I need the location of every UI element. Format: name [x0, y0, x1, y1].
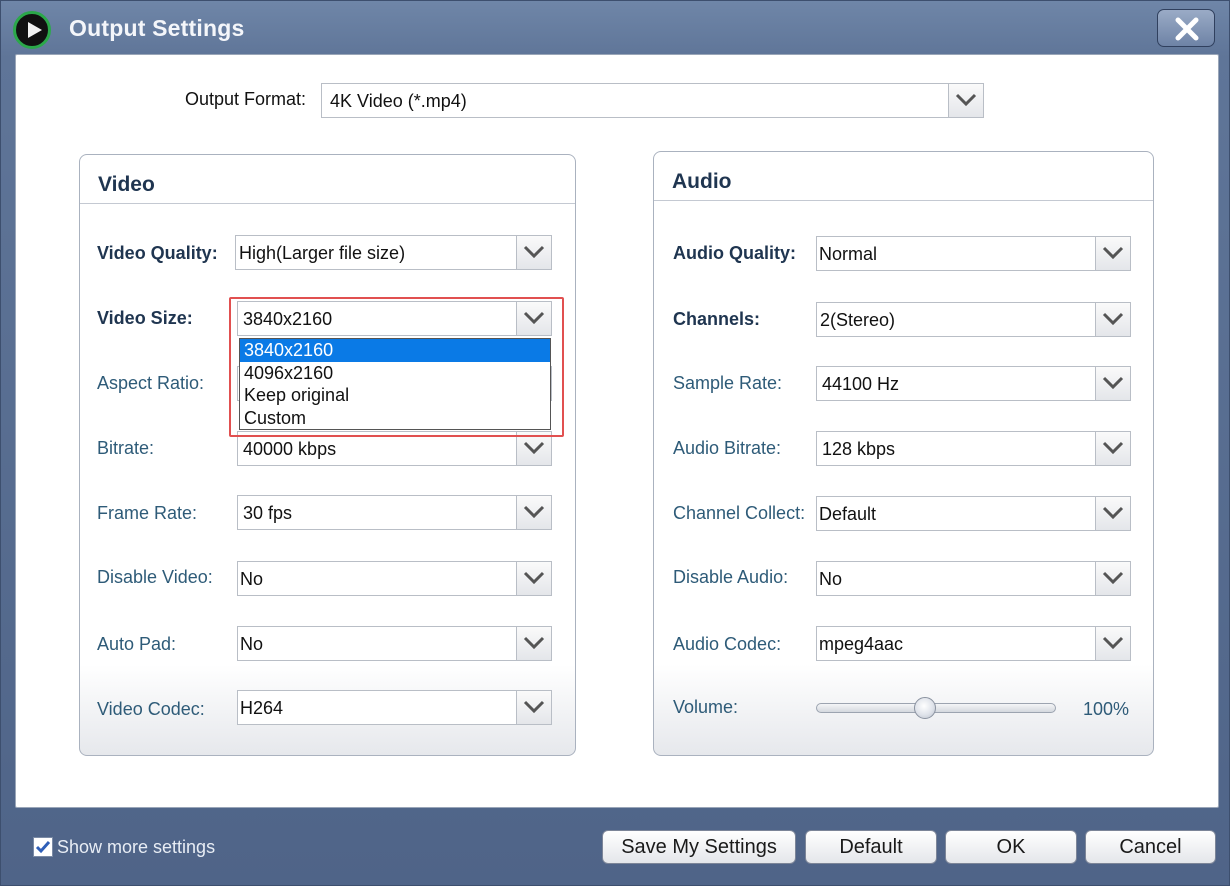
divider [80, 203, 575, 204]
audio-bitrate-value: 128 kbps [822, 439, 896, 459]
output-format-label: Output Format: [185, 89, 307, 109]
play-logo-icon [13, 11, 51, 49]
audio-bitrate-label: Audio Bitrate: [673, 438, 782, 458]
output-format-select[interactable]: 4K Video (*.mp4) [321, 83, 984, 118]
video-quality-value: High(Larger file size) [239, 243, 406, 263]
volume-value: 100% [1083, 699, 1130, 719]
audio-quality-value: Normal [819, 244, 878, 264]
volume-slider-handle[interactable] [914, 697, 937, 719]
chevron-down-icon[interactable] [1095, 497, 1130, 530]
channel-collect-label: Channel Collect: [673, 503, 806, 523]
close-button[interactable] [1157, 9, 1215, 47]
chevron-down-icon[interactable] [516, 496, 551, 529]
video-codec-value: H264 [240, 698, 284, 718]
show-more-settings-label[interactable]: Show more settings [57, 837, 215, 858]
ok-button[interactable]: OK [945, 830, 1077, 864]
chevron-down-icon[interactable] [516, 627, 551, 660]
audio-bitrate-select[interactable]: 128 kbps [816, 431, 1131, 466]
disable-audio-select[interactable]: No [816, 561, 1131, 596]
chevron-down-icon[interactable] [1095, 367, 1130, 400]
show-more-settings-checkbox[interactable] [33, 837, 53, 857]
channel-collect-select[interactable]: Default [816, 496, 1131, 531]
cancel-button[interactable]: Cancel [1085, 830, 1216, 864]
chevron-down-icon[interactable] [1095, 432, 1130, 465]
disable-audio-value: No [819, 569, 843, 589]
aspect-ratio-label: Aspect Ratio: [97, 373, 205, 393]
auto-pad-label: Auto Pad: [97, 634, 177, 654]
auto-pad-value: No [240, 634, 264, 654]
checkmark-icon [35, 841, 51, 854]
auto-pad-select[interactable]: No [237, 626, 552, 661]
audio-codec-select[interactable]: mpeg4aac [816, 626, 1131, 661]
chevron-down-icon[interactable] [516, 691, 551, 724]
sample-rate-label: Sample Rate: [673, 373, 783, 393]
audio-quality-select[interactable]: Normal [816, 236, 1131, 271]
window-title: Output Settings [69, 15, 245, 41]
bitrate-value: 40000 kbps [243, 439, 337, 459]
disable-audio-label: Disable Audio: [673, 567, 789, 587]
chevron-down-icon[interactable] [948, 84, 983, 117]
chevron-down-icon[interactable] [516, 562, 551, 595]
save-my-settings-button[interactable]: Save My Settings [602, 830, 796, 864]
frame-rate-label: Frame Rate: [97, 503, 198, 523]
audio-codec-value: mpeg4aac [819, 634, 904, 654]
video-size-label: Video Size: [97, 308, 193, 328]
video-quality-select[interactable]: High(Larger file size) [235, 235, 552, 270]
chevron-down-icon[interactable] [1095, 237, 1130, 270]
highlight-box [229, 297, 564, 437]
default-button[interactable]: Default [805, 830, 937, 864]
channels-value: 2(Stereo) [820, 310, 896, 330]
sample-rate-select[interactable]: 44100 Hz [816, 366, 1131, 401]
output-format-value: 4K Video (*.mp4) [330, 91, 467, 111]
channel-collect-value: Default [819, 504, 877, 524]
chevron-down-icon[interactable] [1095, 303, 1130, 336]
frame-rate-value: 30 fps [243, 503, 293, 523]
chevron-down-icon[interactable] [1095, 562, 1130, 595]
sample-rate-value: 44100 Hz [822, 374, 900, 394]
channels-label: Channels: [673, 309, 761, 329]
channels-select[interactable]: 2(Stereo) [816, 302, 1131, 337]
audio-codec-label: Audio Codec: [673, 634, 782, 654]
audio-group-title: Audio [672, 170, 732, 193]
output-settings-window: Output Settings Output Format: 4K Video … [0, 0, 1230, 886]
volume-label: Volume: [673, 697, 739, 717]
chevron-down-icon[interactable] [1095, 627, 1130, 660]
video-codec-label: Video Codec: [97, 699, 205, 719]
bitrate-label: Bitrate: [97, 438, 155, 458]
video-codec-select[interactable]: H264 [237, 690, 552, 725]
disable-video-value: No [240, 569, 264, 589]
divider [654, 200, 1153, 201]
video-group-title: Video [98, 173, 155, 196]
video-quality-label: Video Quality: [97, 243, 218, 263]
audio-quality-label: Audio Quality: [673, 243, 796, 263]
close-icon [1175, 17, 1199, 41]
title-bar[interactable]: Output Settings [1, 1, 1229, 55]
frame-rate-select[interactable]: 30 fps [237, 495, 552, 530]
chevron-down-icon[interactable] [516, 236, 551, 269]
disable-video-label: Disable Video: [97, 567, 213, 587]
disable-video-select[interactable]: No [237, 561, 552, 596]
